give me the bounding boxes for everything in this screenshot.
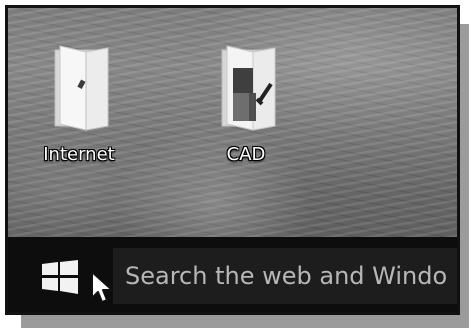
- folder-icon: [221, 45, 276, 131]
- desktop-icon-internet[interactable]: Internet: [24, 44, 134, 166]
- desktop-background: Internet CAD: [8, 8, 457, 237]
- start-button[interactable]: [26, 247, 113, 305]
- mouse-cursor-icon: [91, 271, 113, 303]
- desktop-icon-label: Internet: [43, 144, 115, 165]
- taskbar-search-box[interactable]: Search the web and Windo: [113, 248, 457, 304]
- windows-logo-icon: [42, 260, 78, 294]
- search-placeholder: Search the web and Windo: [125, 262, 448, 290]
- folder-icon: [54, 45, 109, 131]
- desktop-icon-cad[interactable]: CAD: [191, 44, 301, 166]
- screen-frame: Internet CAD Search the web and Windo: [5, 5, 460, 315]
- taskbar: Search the web and Windo: [8, 237, 457, 312]
- screenshot-stage: Internet CAD Search the web and Windo: [0, 0, 476, 335]
- desktop-icon-label: CAD: [226, 144, 266, 165]
